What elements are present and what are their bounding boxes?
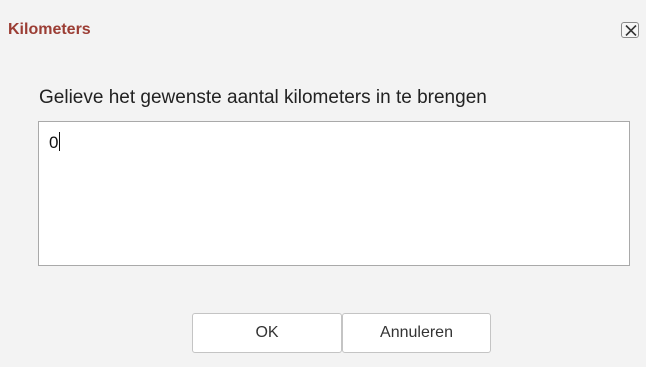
kilometers-input-text: 0 — [49, 132, 61, 153]
kilometers-input-value: 0 — [49, 133, 59, 152]
text-cursor — [59, 132, 61, 151]
close-button[interactable] — [621, 22, 639, 38]
cancel-button[interactable]: Annuleren — [342, 313, 491, 353]
kilometers-prompt: Gelieve het gewenste aantal kilometers i… — [39, 87, 487, 108]
kilometers-input[interactable]: 0 — [38, 121, 630, 266]
close-icon — [625, 25, 637, 36]
ok-button[interactable]: OK — [192, 313, 342, 353]
dialog-title: Kilometers — [8, 21, 91, 38]
kilometers-dialog: Kilometers Gelieve het gewenste aantal k… — [0, 0, 646, 367]
